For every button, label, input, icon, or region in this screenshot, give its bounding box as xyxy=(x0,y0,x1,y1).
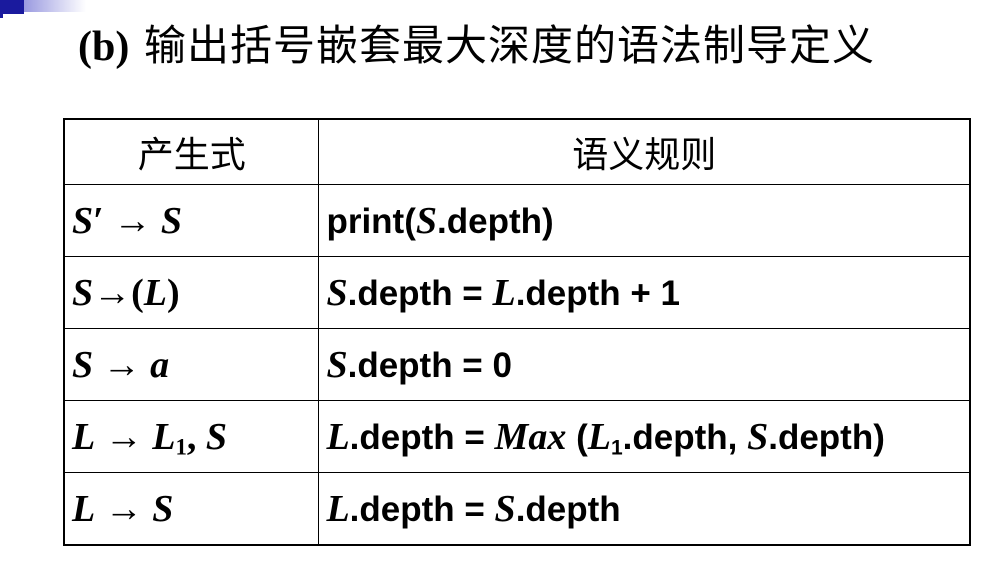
table-row: L → S L.depth = S.depth xyxy=(63,472,971,546)
production-cell: L → S xyxy=(63,472,320,546)
rule-cell: S.depth = 0 xyxy=(318,328,971,401)
header-semantic-rule: 语义规则 xyxy=(318,118,971,185)
accent-fade xyxy=(24,0,86,12)
header-production: 产生式 xyxy=(63,118,320,185)
production-cell: S → a xyxy=(63,328,320,401)
slide-corner-accent xyxy=(0,0,88,18)
table-row: S′ → S print(S.depth) xyxy=(63,184,971,257)
rule-cell: L.depth = S.depth xyxy=(318,472,971,546)
accent-block xyxy=(0,0,24,14)
rule-cell: print(S.depth) xyxy=(318,184,971,257)
accent-tick xyxy=(0,0,3,18)
production-cell: L → L1, S xyxy=(63,400,320,473)
sdd-table: 产生式 语义规则 S′ → S print(S.depth) S→(L) S.d… xyxy=(63,118,971,546)
table-row: S → a S.depth = 0 xyxy=(63,328,971,401)
slide-title: (b) 输出括号嵌套最大深度的语法制导定义 xyxy=(78,14,875,78)
table-header-row: 产生式 语义规则 xyxy=(63,118,971,185)
production-cell: S′ → S xyxy=(63,184,320,257)
table-row: L → L1, S L.depth = Max (L1.depth, S.dep… xyxy=(63,400,971,473)
title-tag: (b) xyxy=(78,24,130,70)
production-cell: S→(L) xyxy=(63,256,320,329)
rule-cell: L.depth = Max (L1.depth, S.depth) xyxy=(318,400,971,473)
table-row: S→(L) S.depth = L.depth + 1 xyxy=(63,256,971,329)
rule-cell: S.depth = L.depth + 1 xyxy=(318,256,971,329)
title-text: 输出括号嵌套最大深度的语法制导定义 xyxy=(143,21,875,70)
